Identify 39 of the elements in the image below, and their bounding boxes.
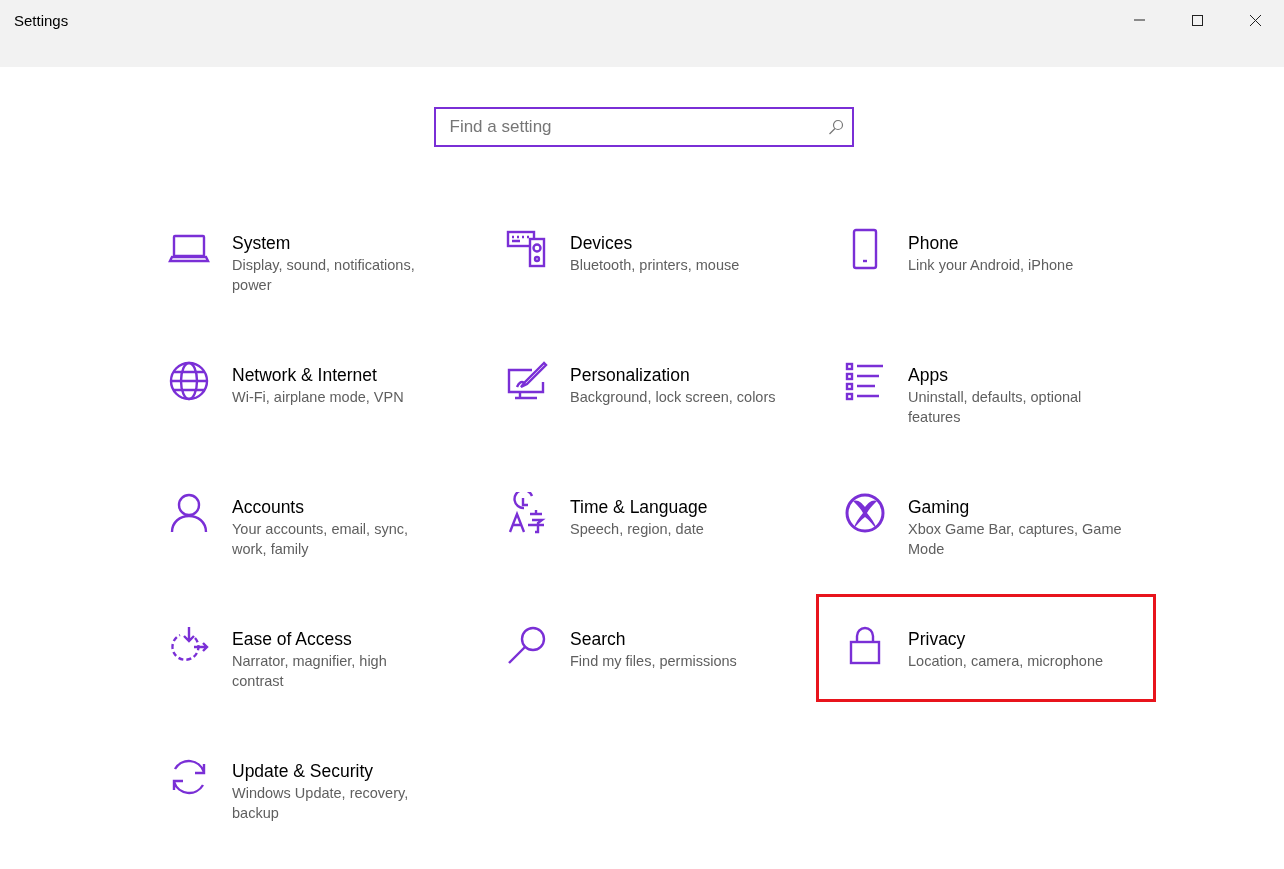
tile-title[interactable]: Apps: [908, 363, 1122, 387]
tile-description: Background, lock screen, colors: [570, 388, 776, 407]
tile-title[interactable]: Phone: [908, 231, 1074, 255]
globe-icon: [168, 360, 210, 402]
tile-description: Display, sound, notifications, power: [232, 256, 416, 295]
tile-title[interactable]: Network & Internet: [232, 363, 404, 387]
tile-description: Find my files, permissions: [570, 652, 737, 671]
tile-title[interactable]: Ease of Access: [232, 627, 432, 651]
close-icon: [1248, 13, 1262, 27]
magnifier-icon: [506, 624, 548, 666]
search-field[interactable]: Find a setting: [433, 107, 854, 147]
person-icon: [168, 492, 210, 534]
window-title: Settings: [14, 12, 70, 29]
tile-description: Bluetooth, printers, mouse: [570, 256, 740, 275]
maximize-icon: [1190, 13, 1204, 27]
tile-title[interactable]: Privacy: [908, 627, 1104, 651]
tile-description: Uninstall, defaults, optional features: [908, 388, 1083, 427]
list-icon: [844, 360, 886, 402]
clock-character-icon: [506, 492, 548, 534]
tile-description: Link your Android, iPhone: [908, 256, 1074, 275]
tile-title[interactable]: Update & Security: [232, 759, 432, 783]
tile-description: Location, camera, microphone: [908, 652, 1104, 671]
tile-title[interactable]: Devices: [570, 231, 740, 255]
tile-title[interactable]: Personalization: [570, 363, 776, 387]
tile-description: Xbox Game Bar, captures, Game Mode: [908, 520, 1122, 559]
tile-description: Windows Update, recovery, backup: [232, 784, 410, 823]
xbox-logo-icon: [844, 492, 886, 534]
tile-description: Narrator, magnifier, high contrast: [232, 652, 388, 691]
tile-description: Wi-Fi, airplane mode, VPN: [232, 388, 404, 407]
tile-title[interactable]: Time & Language: [570, 495, 708, 519]
tile-title[interactable]: System: [232, 231, 432, 255]
tile-description: Your accounts, email, sync, work, family: [232, 520, 409, 559]
monitor-brush-icon: [506, 360, 548, 402]
tile-title[interactable]: Accounts: [232, 495, 432, 519]
tile-description: Speech, region, date: [570, 520, 705, 539]
keyboard-speaker-icon: [506, 228, 548, 270]
tile-title[interactable]: Gaming: [908, 495, 1122, 519]
tile-title[interactable]: Search: [570, 627, 737, 651]
search-icon: [827, 119, 844, 135]
